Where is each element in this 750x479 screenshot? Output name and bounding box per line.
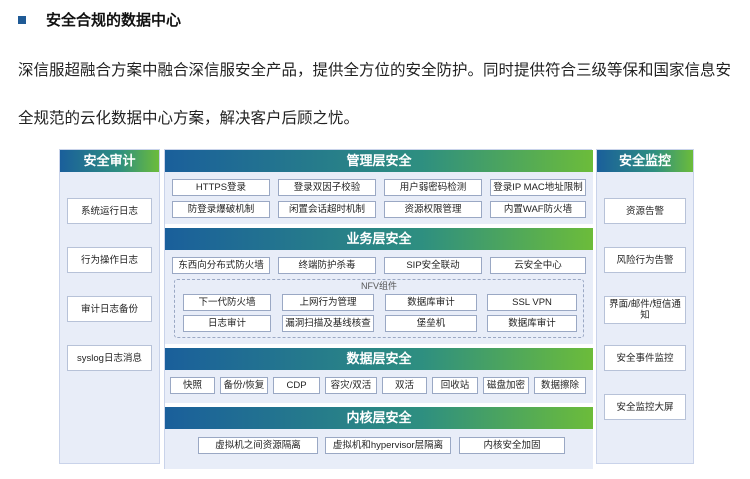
kernel-item: 虚拟机和hypervisor层隔离 bbox=[325, 437, 451, 454]
kernel-item: 虚拟机之间资源隔离 bbox=[198, 437, 318, 454]
kernel-layer-title: 内核层安全 bbox=[165, 407, 593, 429]
monitor-item: 安全事件监控 bbox=[604, 345, 686, 371]
management-layer: 管理层安全 HTTPS登录 登录双因子校验 用户弱密码检测 登录IP MAC地址… bbox=[165, 150, 593, 226]
business-layer: 业务层安全 东西向分布式防火墙 终端防护杀毒 SIP安全联动 云安全中心 NFV… bbox=[165, 228, 593, 344]
nfv-item: SSL VPN bbox=[487, 294, 577, 311]
management-item: 防登录爆破机制 bbox=[172, 201, 270, 218]
management-layer-title: 管理层安全 bbox=[165, 150, 593, 172]
business-item: SIP安全联动 bbox=[384, 257, 482, 274]
management-item: 用户弱密码检测 bbox=[384, 179, 482, 196]
square-bullet-icon bbox=[18, 15, 26, 24]
audit-item: 行为操作日志 bbox=[67, 247, 152, 273]
nfv-item: 数据库审计 bbox=[487, 315, 577, 332]
audit-item: 系统运行日志 bbox=[67, 198, 152, 224]
monitor-item: 资源告警 bbox=[604, 198, 686, 224]
management-item: 登录双因子校验 bbox=[278, 179, 376, 196]
audit-item: syslog日志消息 bbox=[67, 345, 152, 371]
data-layer-title: 数据层安全 bbox=[165, 348, 593, 370]
data-item: 磁盘加密 bbox=[483, 377, 529, 394]
audit-panel: 安全审计 系统运行日志 行为操作日志 审计日志备份 syslog日志消息 bbox=[59, 149, 160, 464]
audit-item: 审计日志备份 bbox=[67, 296, 152, 322]
monitor-panel: 安全监控 资源告警 风险行为告警 界面/邮件/短信通知 安全事件监控 安全监控大… bbox=[596, 149, 694, 464]
management-item: 登录IP MAC地址限制 bbox=[490, 179, 586, 196]
management-item: 闲置会话超时机制 bbox=[278, 201, 376, 218]
monitor-panel-title: 安全监控 bbox=[597, 150, 693, 172]
management-item: 资源权限管理 bbox=[384, 201, 482, 218]
nfv-item: 漏洞扫描及基线核查 bbox=[282, 315, 374, 332]
nfv-item: 堡垒机 bbox=[385, 315, 477, 332]
nfv-item: 下一代防火墙 bbox=[183, 294, 271, 311]
data-layer: 数据层安全 快照 备份/恢复 CDP 容灾/双活 双活 回收站 磁盘加密 数据擦… bbox=[165, 348, 593, 403]
nfv-item: 日志审计 bbox=[183, 315, 271, 332]
data-item: 数据擦除 bbox=[534, 377, 586, 394]
data-item: 回收站 bbox=[432, 377, 478, 394]
business-item: 东西向分布式防火墙 bbox=[172, 257, 270, 274]
nfv-item: 数据库审计 bbox=[385, 294, 477, 311]
heading-text: 安全合规的数据中心 bbox=[46, 12, 182, 29]
paragraph-line-2: 全规范的云化数据中心方案，解决客户后顾之忧。 bbox=[18, 110, 360, 127]
monitor-item: 安全监控大屏 bbox=[604, 394, 686, 420]
monitor-item: 界面/邮件/短信通知 bbox=[604, 296, 686, 324]
nfv-item: 上网行为管理 bbox=[282, 294, 374, 311]
management-item: HTTPS登录 bbox=[172, 179, 270, 196]
business-item: 云安全中心 bbox=[490, 257, 586, 274]
data-item: 快照 bbox=[170, 377, 215, 394]
business-layer-title: 业务层安全 bbox=[165, 228, 593, 250]
data-item: 备份/恢复 bbox=[220, 377, 268, 394]
business-item: 终端防护杀毒 bbox=[278, 257, 376, 274]
kernel-layer: 内核层安全 虚拟机之间资源隔离 虚拟机和hypervisor层隔离 内核安全加固 bbox=[165, 407, 593, 469]
data-item: 容灾/双活 bbox=[325, 377, 377, 394]
security-layers: 管理层安全 HTTPS登录 登录双因子校验 用户弱密码检测 登录IP MAC地址… bbox=[164, 149, 593, 469]
data-item: 双活 bbox=[382, 377, 427, 394]
management-item: 内置WAF防火墙 bbox=[490, 201, 586, 218]
nfv-group-label: NFV组件 bbox=[360, 281, 397, 291]
section-heading: 安全合规的数据中心 bbox=[18, 9, 181, 30]
nfv-group: NFV组件 下一代防火墙 上网行为管理 数据库审计 SSL VPN 日志审计 漏… bbox=[174, 279, 584, 338]
monitor-item: 风险行为告警 bbox=[604, 247, 686, 273]
paragraph-line-1: 深信服超融合方案中融合深信服安全产品，提供全方位的安全防护。同时提供符合三级等保… bbox=[18, 62, 732, 79]
data-item: CDP bbox=[273, 377, 320, 394]
audit-panel-title: 安全审计 bbox=[60, 150, 159, 172]
kernel-item: 内核安全加固 bbox=[459, 437, 565, 454]
